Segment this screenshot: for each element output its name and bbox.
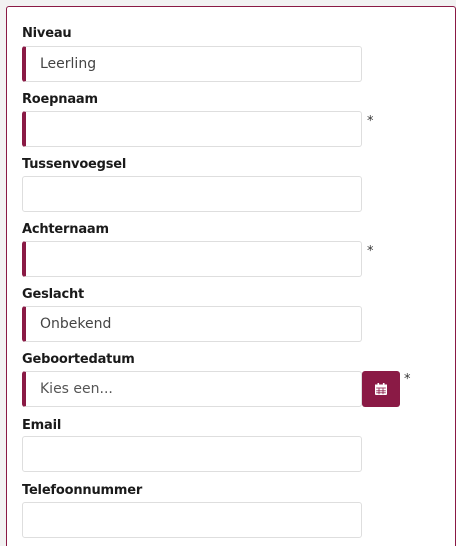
achternaam-label: Achternaam [22, 222, 109, 237]
geslacht-label: Geslacht [22, 287, 85, 302]
niveau-value: Leerling [40, 56, 97, 72]
calendar-button[interactable] [362, 371, 400, 407]
geboortedatum-input[interactable]: Kies een... [22, 371, 362, 407]
telefoonnummer-input[interactable] [22, 502, 362, 538]
email-input[interactable] [22, 436, 362, 472]
geboortedatum-required-mark: * [404, 372, 411, 387]
niveau-label: Niveau [22, 26, 72, 41]
geboortedatum-placeholder: Kies een... [40, 381, 113, 397]
tussenvoegsel-input[interactable] [22, 176, 362, 212]
roepnaam-input[interactable] [22, 111, 362, 147]
telefoonnummer-label: Telefoonnummer [22, 483, 143, 498]
calendar-icon [375, 380, 387, 399]
niveau-select[interactable]: Leerling [22, 46, 362, 82]
student-form-panel: Niveau Leerling Roepnaam * Tussenvoegsel… [6, 6, 456, 546]
geboortedatum-label: Geboortedatum [22, 352, 135, 367]
geslacht-select[interactable]: Onbekend [22, 306, 362, 342]
achternaam-input[interactable] [22, 241, 362, 277]
achternaam-required-mark: * [367, 244, 374, 259]
roepnaam-required-mark: * [367, 114, 374, 129]
email-label: Email [22, 418, 62, 433]
geslacht-value: Onbekend [40, 316, 112, 332]
roepnaam-label: Roepnaam [22, 92, 98, 107]
tussenvoegsel-label: Tussenvoegsel [22, 157, 127, 172]
